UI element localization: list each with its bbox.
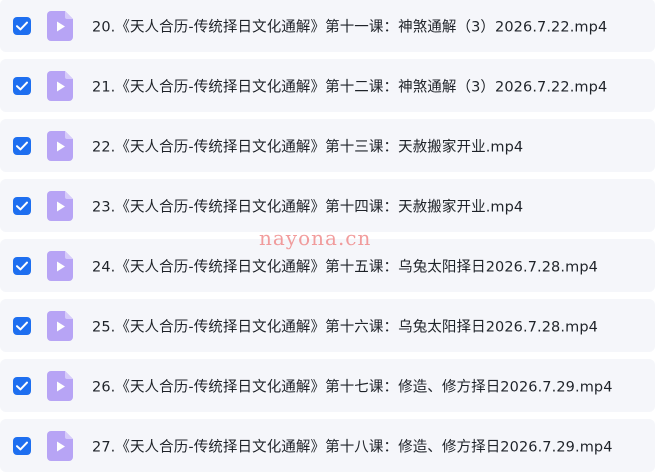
row-checkbox[interactable] <box>13 256 31 275</box>
row-checkbox[interactable] <box>13 196 31 215</box>
file-name: 20.《天人合历-传统择日文化通解》第十一课：神煞通解（3）2026.7.22.… <box>92 19 608 35</box>
file-name: 24.《天人合历-传统择日文化通解》第十五课：乌兔太阳择日2026.7.28.m… <box>92 259 598 275</box>
checkmark-icon <box>16 201 28 210</box>
row-checkbox[interactable] <box>13 16 31 35</box>
checkmark-icon <box>16 381 28 390</box>
file-name: 26.《天人合历-传统择日文化通解》第十七课：修造、修方择日2026.7.29.… <box>92 379 613 395</box>
video-file-icon <box>47 130 73 161</box>
checkmark-icon <box>16 81 28 90</box>
video-file-icon <box>47 250 73 281</box>
video-file-icon <box>47 370 73 401</box>
file-row[interactable]: 22.《天人合历-传统择日文化通解》第十三课：天赦搬家开业.mp4 <box>0 119 655 172</box>
row-checkbox[interactable] <box>13 76 31 95</box>
video-file-icon <box>47 430 73 461</box>
checkmark-icon <box>16 141 28 150</box>
video-file-icon <box>47 190 73 221</box>
file-name: 21.《天人合历-传统择日文化通解》第十二课：神煞通解（3）2026.7.22.… <box>92 79 608 95</box>
video-file-icon <box>47 10 73 41</box>
file-name: 23.《天人合历-传统择日文化通解》第十四课：天赦搬家开业.mp4 <box>92 199 524 215</box>
video-file-icon <box>47 310 73 341</box>
video-file-icon <box>47 70 73 101</box>
file-row[interactable]: 27.《天人合历-传统择日文化通解》第十八课：修造、修方择日2026.7.29.… <box>0 419 655 472</box>
file-name: 22.《天人合历-传统择日文化通解》第十三课：天赦搬家开业.mp4 <box>92 139 524 155</box>
row-checkbox[interactable] <box>13 316 31 335</box>
file-row[interactable]: 21.《天人合历-传统择日文化通解》第十二课：神煞通解（3）2026.7.22.… <box>0 59 655 112</box>
checkmark-icon <box>16 261 28 270</box>
checkmark-icon <box>16 21 28 30</box>
file-row[interactable]: 26.《天人合历-传统择日文化通解》第十七课：修造、修方择日2026.7.29.… <box>0 359 655 412</box>
file-row[interactable]: 23.《天人合历-传统择日文化通解》第十四课：天赦搬家开业.mp4 <box>0 179 655 232</box>
checkmark-icon <box>16 441 28 450</box>
row-checkbox[interactable] <box>13 136 31 155</box>
file-row[interactable]: 25.《天人合历-传统择日文化通解》第十六课：乌兔太阳择日2026.7.28.m… <box>0 299 655 352</box>
file-name: 25.《天人合历-传统择日文化通解》第十六课：乌兔太阳择日2026.7.28.m… <box>92 319 598 335</box>
row-checkbox[interactable] <box>13 376 31 395</box>
file-name: 27.《天人合历-传统择日文化通解》第十八课：修造、修方择日2026.7.29.… <box>92 439 613 455</box>
checkmark-icon <box>16 321 28 330</box>
file-row[interactable]: 24.《天人合历-传统择日文化通解》第十五课：乌兔太阳择日2026.7.28.m… <box>0 239 655 292</box>
file-row[interactable]: 20.《天人合历-传统择日文化通解》第十一课：神煞通解（3）2026.7.22.… <box>0 0 655 52</box>
row-checkbox[interactable] <box>13 436 31 455</box>
